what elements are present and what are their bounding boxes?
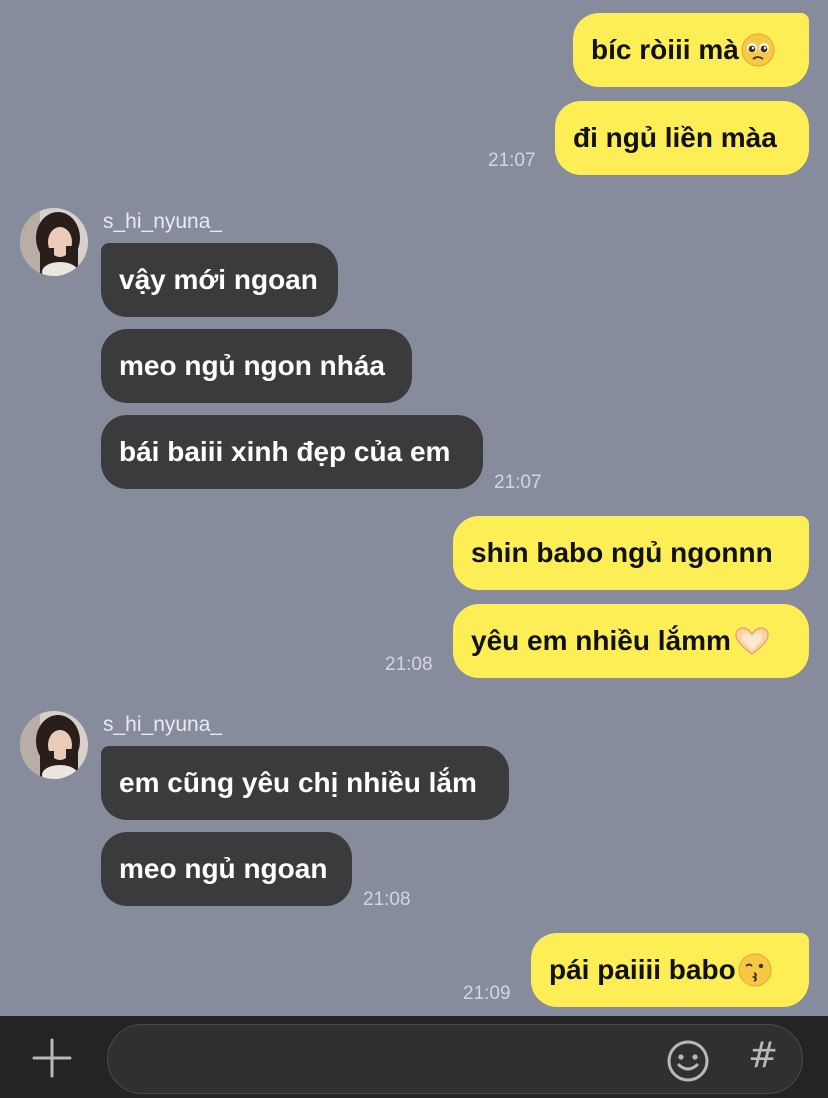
message-text: yêu em nhiều lắmm [471,625,731,656]
message-bubble-outgoing[interactable]: đi ngủ liền màa [555,101,809,175]
message-bubble-incoming[interactable]: meo ngủ ngon nháa [101,329,412,403]
avatar[interactable] [20,208,88,276]
timestamp: 21:09 [463,983,511,1004]
hashtag-icon[interactable]: # [748,1035,778,1076]
message-bubble-incoming[interactable]: em cũng yêu chị nhiều lắm [101,746,509,820]
message-bubble-incoming[interactable]: vậy mới ngoan [101,243,338,317]
message-field[interactable]: # [107,1024,803,1095]
message-input-bar: # [0,1016,828,1098]
timestamp: 21:07 [494,472,542,493]
timestamp: 21:07 [488,150,536,171]
pleading-face-icon [741,33,775,67]
message-input[interactable] [130,1025,654,1095]
sender-name: s_hi_nyuna_ [103,210,223,233]
message-bubble-incoming[interactable]: meo ngủ ngoan [101,832,352,906]
message-text: em cũng yêu chị nhiều lắm [119,767,477,798]
message-text: vậy mới ngoan [119,264,318,295]
avatar[interactable] [20,711,88,779]
emoji-icon[interactable] [666,1039,710,1083]
timestamp: 21:08 [385,654,433,675]
message-bubble-outgoing[interactable]: yêu em nhiều lắmm [453,604,809,678]
message-text: pái paiiii babo [549,954,736,985]
kissing-face-icon [738,953,772,987]
message-text: meo ngủ ngon nháa [119,350,385,381]
message-bubble-outgoing[interactable]: shin babo ngủ ngonnn [453,516,809,590]
heart-hands-icon [733,626,771,656]
message-text: đi ngủ liền màa [573,122,777,153]
timestamp: 21:08 [363,889,411,910]
plus-icon[interactable] [32,1038,72,1078]
message-text: meo ngủ ngoan [119,853,328,884]
message-text: bíc ròiii mà [591,34,739,65]
sender-name: s_hi_nyuna_ [103,713,223,736]
message-text: bái baiii xinh đẹp của em [119,436,451,467]
message-bubble-outgoing[interactable]: bíc ròiii mà [573,13,809,87]
message-bubble-outgoing[interactable]: pái paiiii babo [531,933,809,1007]
message-bubble-incoming[interactable]: bái baiii xinh đẹp của em [101,415,483,489]
message-text: shin babo ngủ ngonnn [471,537,773,568]
